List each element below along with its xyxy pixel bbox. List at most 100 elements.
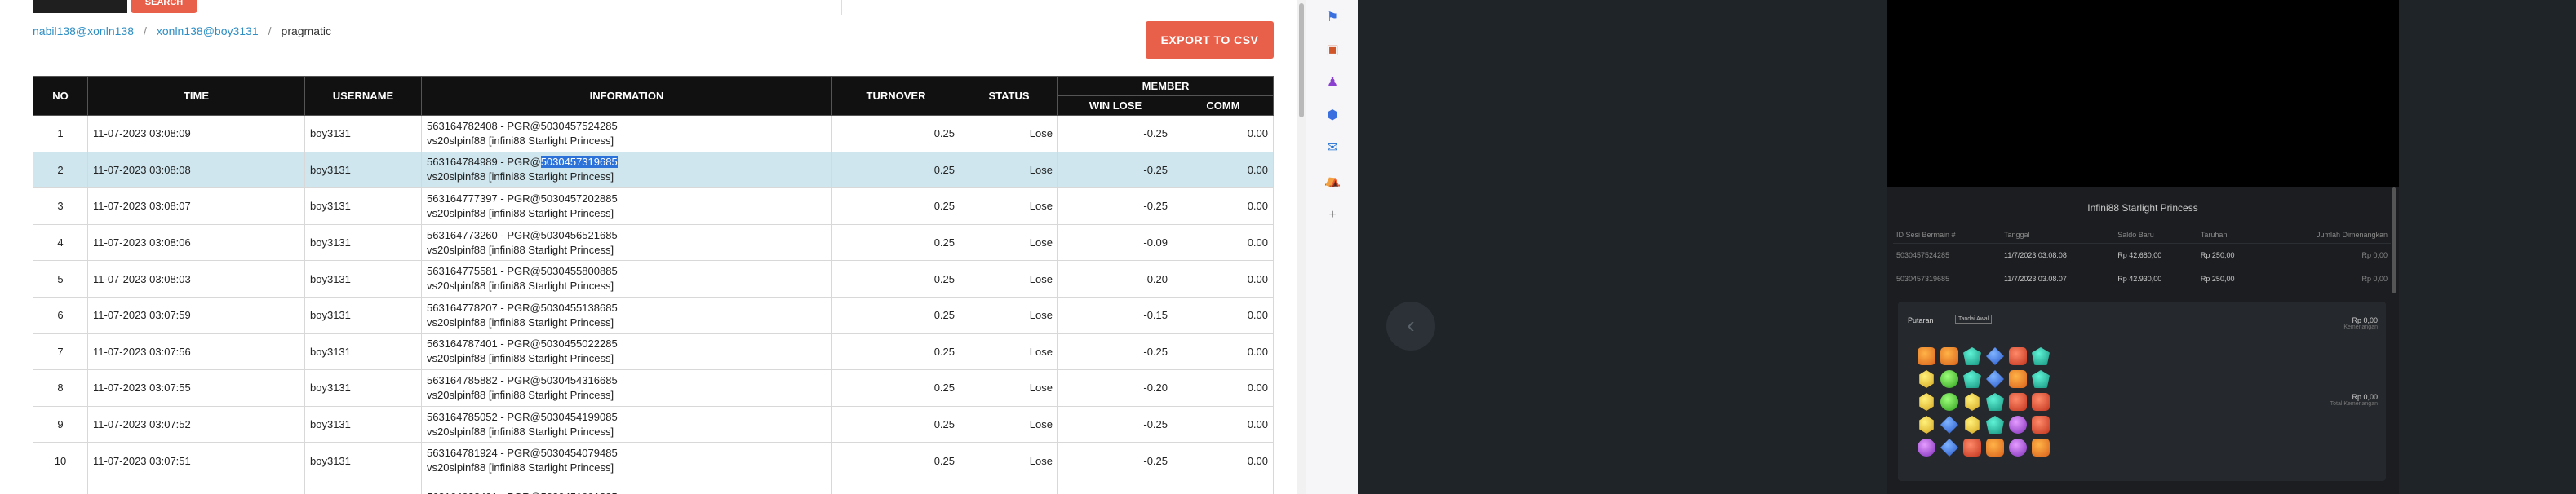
history-header: Taruhan xyxy=(2200,231,2228,239)
row-information: 563164778207 - PGR@5030455138685 vs20slpi… xyxy=(421,296,832,334)
history-header: ID Sesi Bermain # xyxy=(1896,231,1956,239)
row-username: boy3131 xyxy=(304,405,422,443)
row-no: 8 xyxy=(33,369,88,407)
row-information: 563164785052 - PGR@5030454199085 vs20slpi… xyxy=(421,405,832,443)
search-button[interactable]: SEARCH xyxy=(131,0,197,13)
table-row[interactable]: 2 11-07-2023 03:08:08 boy3131 563164784989 … xyxy=(33,151,1274,189)
history-cell: Rp 42.680,00 xyxy=(2114,243,2197,267)
row-username: boy3131 xyxy=(304,260,422,298)
history-row[interactable]: 5030457524285 11/7/2023 03.08.08 Rp 42.680… xyxy=(1893,243,2391,267)
gem-red-icon xyxy=(1963,439,1981,457)
row-username: boy3131 xyxy=(304,223,422,262)
row-information: 563164773260 - PGR@5030456521685 vs20slpi… xyxy=(421,223,832,262)
table-row[interactable]: 563164022401 - PGR@5030451991885 xyxy=(33,478,1274,494)
row-username: boy3131 xyxy=(304,369,422,407)
table-row[interactable]: 8 11-07-2023 03:07:55 boy3131 563164785882 … xyxy=(33,369,1274,407)
row-information: 563164782408 - PGR@5030457524285 vs20slpi… xyxy=(421,115,832,152)
row-no: 10 xyxy=(33,442,88,479)
header-comm: COMM xyxy=(1173,95,1274,116)
gem-teal-icon xyxy=(2032,347,2050,365)
toolbox-icon[interactable]: ▣ xyxy=(1324,42,1341,59)
table-row[interactable]: 10 11-07-2023 03:07:51 boy3131 563164781924… xyxy=(33,442,1274,479)
table-row[interactable]: 5 11-07-2023 03:08:03 boy3131 563164775581 … xyxy=(33,260,1274,298)
person-icon[interactable]: ♟ xyxy=(1324,75,1341,91)
history-cell: 11/7/2023 03.08.07 xyxy=(2001,267,2115,290)
plus-icon[interactable]: + xyxy=(1324,207,1341,223)
row-turnover: 0.25 xyxy=(831,115,960,152)
dark-background-panel: ‹ Infini88 Starlight Princess ID Sesi Be… xyxy=(1358,0,2576,494)
row-win-lose xyxy=(1057,478,1173,494)
row-status: Lose xyxy=(960,405,1058,443)
cart-icon[interactable]: ⛺ xyxy=(1324,173,1341,189)
table-row[interactable]: 4 11-07-2023 03:08:06 boy3131 563164773260 … xyxy=(33,223,1274,262)
breadcrumb-member-link[interactable]: xonln138@boy3131 xyxy=(157,24,259,37)
gem-purple-icon xyxy=(2009,416,2027,434)
row-information: 563164784989 - PGR@5030457319685 vs20slpi… xyxy=(421,151,832,189)
row-status: Lose xyxy=(960,187,1058,225)
header-status: STATUS xyxy=(960,76,1058,116)
gear-cube-icon[interactable]: ⬢ xyxy=(1324,108,1341,124)
row-time: 11-07-2023 03:08:06 xyxy=(87,223,305,262)
row-comm: 0.00 xyxy=(1173,151,1274,189)
row-comm xyxy=(1173,478,1274,494)
browser-sidebar: ⚑ ▣ ♟ ⬢ ✉ ⛺ + xyxy=(1306,0,1359,494)
info-transaction-id: 563164784989 - PGR@ xyxy=(427,156,541,169)
row-username: boy3131 xyxy=(304,115,422,152)
row-no: 4 xyxy=(33,223,88,262)
row-no: 5 xyxy=(33,260,88,298)
gem-purple-icon xyxy=(1918,439,1935,457)
row-username: boy3131 xyxy=(304,296,422,334)
win-amount: Rp 0,00 Kemenangan xyxy=(2343,316,2378,330)
previous-arrow-button[interactable]: ‹ xyxy=(1386,302,1435,351)
info-game-name: vs20slpinf88 [infini88 Starlight Princes… xyxy=(427,206,614,219)
spin-detail-panel: Putaran Tandai Awal Rp 0,00 Kemenangan R… xyxy=(1898,302,2386,481)
spin-badge[interactable]: Tandai Awal xyxy=(1955,315,1993,324)
info-game-name: vs20slpinf88 [infini88 Starlight Princes… xyxy=(427,170,614,183)
row-comm: 0.00 xyxy=(1173,296,1274,334)
game-history-window: Infini88 Starlight Princess ID Sesi Berm… xyxy=(1887,0,2399,494)
info-game-name: vs20slpinf88 [infini88 Starlight Princes… xyxy=(427,280,614,293)
row-status: Lose xyxy=(960,223,1058,262)
reel-grid xyxy=(1918,347,2053,460)
gem-teal-icon xyxy=(2032,370,2050,388)
header-no: NO xyxy=(33,76,88,116)
info-game-name: vs20slpinf88 [infini88 Starlight Princes… xyxy=(427,243,614,256)
win-amount-value: Rp 0,00 xyxy=(2352,316,2378,324)
total-win-amount-label: Total Kemenangan xyxy=(2330,401,2378,407)
row-win-lose: -0.25 xyxy=(1057,333,1173,371)
row-status: Lose xyxy=(960,151,1058,189)
row-no: 7 xyxy=(33,333,88,371)
row-username: boy3131 xyxy=(304,151,422,189)
row-win-lose: -0.25 xyxy=(1057,115,1173,152)
filter-select[interactable] xyxy=(33,0,127,13)
table-row[interactable]: 7 11-07-2023 03:07:56 boy3131 563164787401 … xyxy=(33,333,1274,371)
row-win-lose: -0.15 xyxy=(1057,296,1173,334)
row-time: 11-07-2023 03:07:59 xyxy=(87,296,305,334)
header-time: TIME xyxy=(87,76,305,116)
gem-blue-icon xyxy=(1940,416,1958,434)
row-time: 11-07-2023 03:08:09 xyxy=(87,115,305,152)
table-row[interactable]: 3 11-07-2023 03:08:07 boy3131 563164777397 … xyxy=(33,187,1274,225)
row-username: boy3131 xyxy=(304,442,422,479)
row-username: boy3131 xyxy=(304,187,422,225)
row-time: 11-07-2023 03:08:03 xyxy=(87,260,305,298)
row-status: Lose xyxy=(960,260,1058,298)
table-row[interactable]: 9 11-07-2023 03:07:52 boy3131 563164785052 … xyxy=(33,405,1274,443)
row-no xyxy=(33,478,88,494)
info-transaction-id: 563164022401 - PGR@5030451991885 xyxy=(427,491,618,494)
header-win-lose: WIN LOSE xyxy=(1057,95,1173,116)
table-row[interactable]: 1 11-07-2023 03:08:09 boy3131 563164782408 … xyxy=(33,115,1274,152)
row-time: 11-07-2023 03:08:07 xyxy=(87,187,305,225)
page-scrollbar-thumb[interactable] xyxy=(1299,3,1304,117)
breadcrumb: nabil138@xonln138/xonln138@boy3131/pragm… xyxy=(33,24,331,37)
game-scrollbar[interactable] xyxy=(2392,187,2396,293)
history-cell: Rp 0,00 xyxy=(2263,267,2391,290)
history-row[interactable]: 5030457319685 11/7/2023 03.08.07 Rp 42.930… xyxy=(1893,267,2391,290)
export-csv-button[interactable]: EXPORT TO CSV xyxy=(1146,21,1274,59)
outlook-icon[interactable]: ✉ xyxy=(1324,140,1341,157)
tag-icon[interactable]: ⚑ xyxy=(1324,10,1341,26)
header-information: INFORMATION xyxy=(421,76,832,116)
gem-red-icon xyxy=(2032,393,2050,411)
table-row[interactable]: 6 11-07-2023 03:07:59 boy3131 563164778207 … xyxy=(33,296,1274,334)
breadcrumb-agent-link[interactable]: nabil138@xonln138 xyxy=(33,24,134,37)
